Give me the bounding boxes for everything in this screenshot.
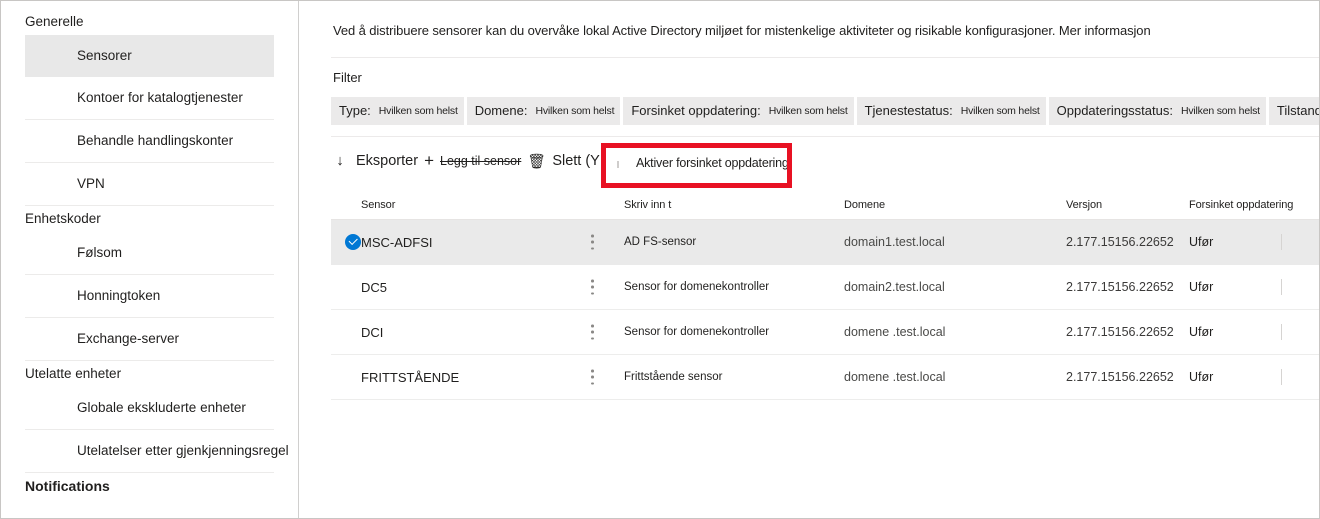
filter-chip-value: Hvilken som helst [379,97,458,125]
table-row[interactable]: FRITTSTÅENDE Frittstående sensor domene … [331,355,1319,400]
overflow-separator [617,161,619,168]
settings-page: Generelle Sensorer Kontoer for katalogtj… [0,0,1320,519]
filter-chip-key: Tilstandsstatus: [1277,97,1319,125]
table-row[interactable]: MSC-ADFSI AD FS-sensor domain1.test.loca… [331,220,1319,265]
column-header-domene[interactable]: Domene [844,199,1066,211]
sidebar-item-label: Exchange-server [77,331,179,346]
sidebar-item-label: Kontoer for katalogtjenester [77,90,243,105]
cell-domene: domain2.test.local [844,280,1066,294]
filter-chip-tjenestestatus[interactable]: Tjenestestatus: Hvilken som helst [857,97,1046,125]
filter-chip-key: Type: [339,97,371,125]
filter-chip-key: Forsinket oppdatering: [631,97,760,125]
cell-sensor: DC5 [361,280,624,295]
cell-type: Sensor for domenekontroller [624,326,844,338]
intro-text: Ved å distribuere sensorer kan du overvå… [299,1,1319,40]
row-overflow-menu-icon[interactable] [591,235,594,250]
column-header-versjon[interactable]: Versjon [1066,199,1189,211]
sidebar-item-label: Følsom [77,245,122,260]
column-header-sensor[interactable]: Sensor [361,199,624,211]
settings-sidebar: Generelle Sensorer Kontoer for katalogtj… [1,1,299,518]
sidebar-item-label: Globale ekskluderte enheter [77,400,246,415]
cell-domene: domene .test.local [844,325,1066,339]
sidebar-item-behandle-handlingskonter[interactable]: Behandle handlingskonter [25,120,274,162]
sidebar-item-exchange-server[interactable]: Exchange-server [25,318,274,360]
export-button[interactable]: ↓ Eksporter [331,145,418,177]
filter-chip-row: Type: Hvilken som helst Domene: Hvilken … [331,97,1319,125]
column-header-forsinket-oppdatering[interactable]: Forsinket oppdatering [1189,199,1319,211]
enable-delayed-update-button-label[interactable]: Aktiver forsinket oppdatering [636,154,789,172]
trash-icon: 🗑 [527,153,545,170]
sidebar-item-label: VPN [77,176,105,191]
cell-divider [1281,279,1282,295]
filter-chip-value: Hvilken som helst [961,97,1040,125]
sidebar-item-folsom[interactable]: Følsom [25,232,274,274]
sidebar-group-title-utelatte-enheter: Utelatte enheter [1,361,298,387]
export-button-label: Eksporter [356,145,418,177]
sidebar-item-kontoer-for-katalogtjenester[interactable]: Kontoer for katalogtjenester [25,77,274,119]
sidebar-group-title-notifications: Notifications [1,473,298,499]
checkmark-icon[interactable] [345,234,361,250]
table-header-row: Sensor Skriv inn t Domene Versjon Forsin… [331,191,1319,220]
filter-chip-value: Hvilken som helst [769,97,848,125]
cell-type: AD FS-sensor [624,236,844,248]
sidebar-item-label: Sensorer [77,48,132,63]
filter-chip-key: Tjenestestatus: [865,97,953,125]
cell-forsinket-oppdatering: Ufør [1189,280,1319,294]
cell-domene: domene .test.local [844,370,1066,384]
filter-chip-value: Hvilken som helst [535,97,614,125]
sidebar-group-title-generelle: Generelle [1,9,298,35]
filter-divider [331,136,1319,137]
cell-sensor: MSC-ADFSI [361,235,624,250]
cell-type: Frittstående sensor [624,371,844,383]
cell-divider [1281,369,1282,385]
sidebar-item-utelatelser-etter-gjenkjenningsregel[interactable]: Utelatelser etter gjenkjenningsregel [25,430,274,472]
filter-chip-key: Domene: [475,97,528,125]
sidebar-item-label: Honningtoken [77,288,160,303]
plus-icon: + [424,145,434,177]
filter-chip-type[interactable]: Type: Hvilken som helst [331,97,464,125]
filter-chip-forsinket-oppdatering[interactable]: Forsinket oppdatering: Hvilken som helst [623,97,853,125]
cell-divider [1281,234,1282,250]
column-header-type[interactable]: Skriv inn t [624,199,844,211]
cell-versjon: 2.177.15156.22652 [1066,325,1189,339]
filter-label: Filter [299,58,1319,86]
row-overflow-menu-icon[interactable] [591,280,594,295]
filter-chip-oppdateringsstatus[interactable]: Oppdateringsstatus: Hvilken som helst [1049,97,1266,125]
cell-divider [1281,324,1282,340]
filter-chip-key: Oppdateringsstatus: [1057,97,1173,125]
sidebar-item-globale-ekskluderte-enheter[interactable]: Globale ekskluderte enheter [25,387,274,429]
add-sensor-button[interactable]: + Legg til sensor [424,145,521,177]
sidebar-item-label: Utelatelser etter gjenkjenningsregel [77,443,289,458]
table-row[interactable]: DCI Sensor for domenekontroller domene .… [331,310,1319,355]
delete-button-label: Slett (Y [552,145,600,177]
sidebar-item-vpn[interactable]: VPN [25,163,274,205]
sidebar-item-label: Behandle handlingskonter [77,133,233,148]
cell-versjon: 2.177.15156.22652 [1066,235,1189,249]
table-row[interactable]: DC5 Sensor for domenekontroller domain2.… [331,265,1319,310]
cell-sensor: FRITTSTÅENDE [361,370,624,385]
filter-chip-value: Hvilken som helst [1181,97,1260,125]
filter-chip-tilstandsstatus[interactable]: Tilstandsstatus: Hvilken som helst [1269,97,1319,125]
download-arrow-icon: ↓ [331,153,349,169]
row-checkbox-cell[interactable] [331,234,361,250]
sidebar-item-honningtoken[interactable]: Honningtoken [25,275,274,317]
cell-type: Sensor for domenekontroller [624,281,844,293]
add-sensor-button-label: Legg til sensor [440,145,521,177]
cell-forsinket-oppdatering: Ufør [1189,370,1319,384]
cell-forsinket-oppdatering: Ufør [1189,325,1319,339]
delete-button[interactable]: 🗑 Slett (Y [527,145,600,177]
row-overflow-menu-icon[interactable] [591,325,594,340]
sensors-table: Sensor Skriv inn t Domene Versjon Forsin… [331,191,1319,400]
sidebar-item-sensorer[interactable]: Sensorer [25,35,274,77]
cell-sensor: DCI [361,325,624,340]
cell-versjon: 2.177.15156.22652 [1066,370,1189,384]
cell-forsinket-oppdatering: Ufør [1189,235,1319,249]
cell-versjon: 2.177.15156.22652 [1066,280,1189,294]
cell-domene: domain1.test.local [844,235,1066,249]
filter-chip-domene[interactable]: Domene: Hvilken som helst [467,97,621,125]
command-bar: ↓ Eksporter + Legg til sensor 🗑 Slett (Y… [331,145,1319,177]
row-overflow-menu-icon[interactable] [591,370,594,385]
sidebar-group-title-enhetskoder: Enhetskoder [1,206,298,232]
sensors-panel: Ved å distribuere sensorer kan du overvå… [299,1,1319,518]
